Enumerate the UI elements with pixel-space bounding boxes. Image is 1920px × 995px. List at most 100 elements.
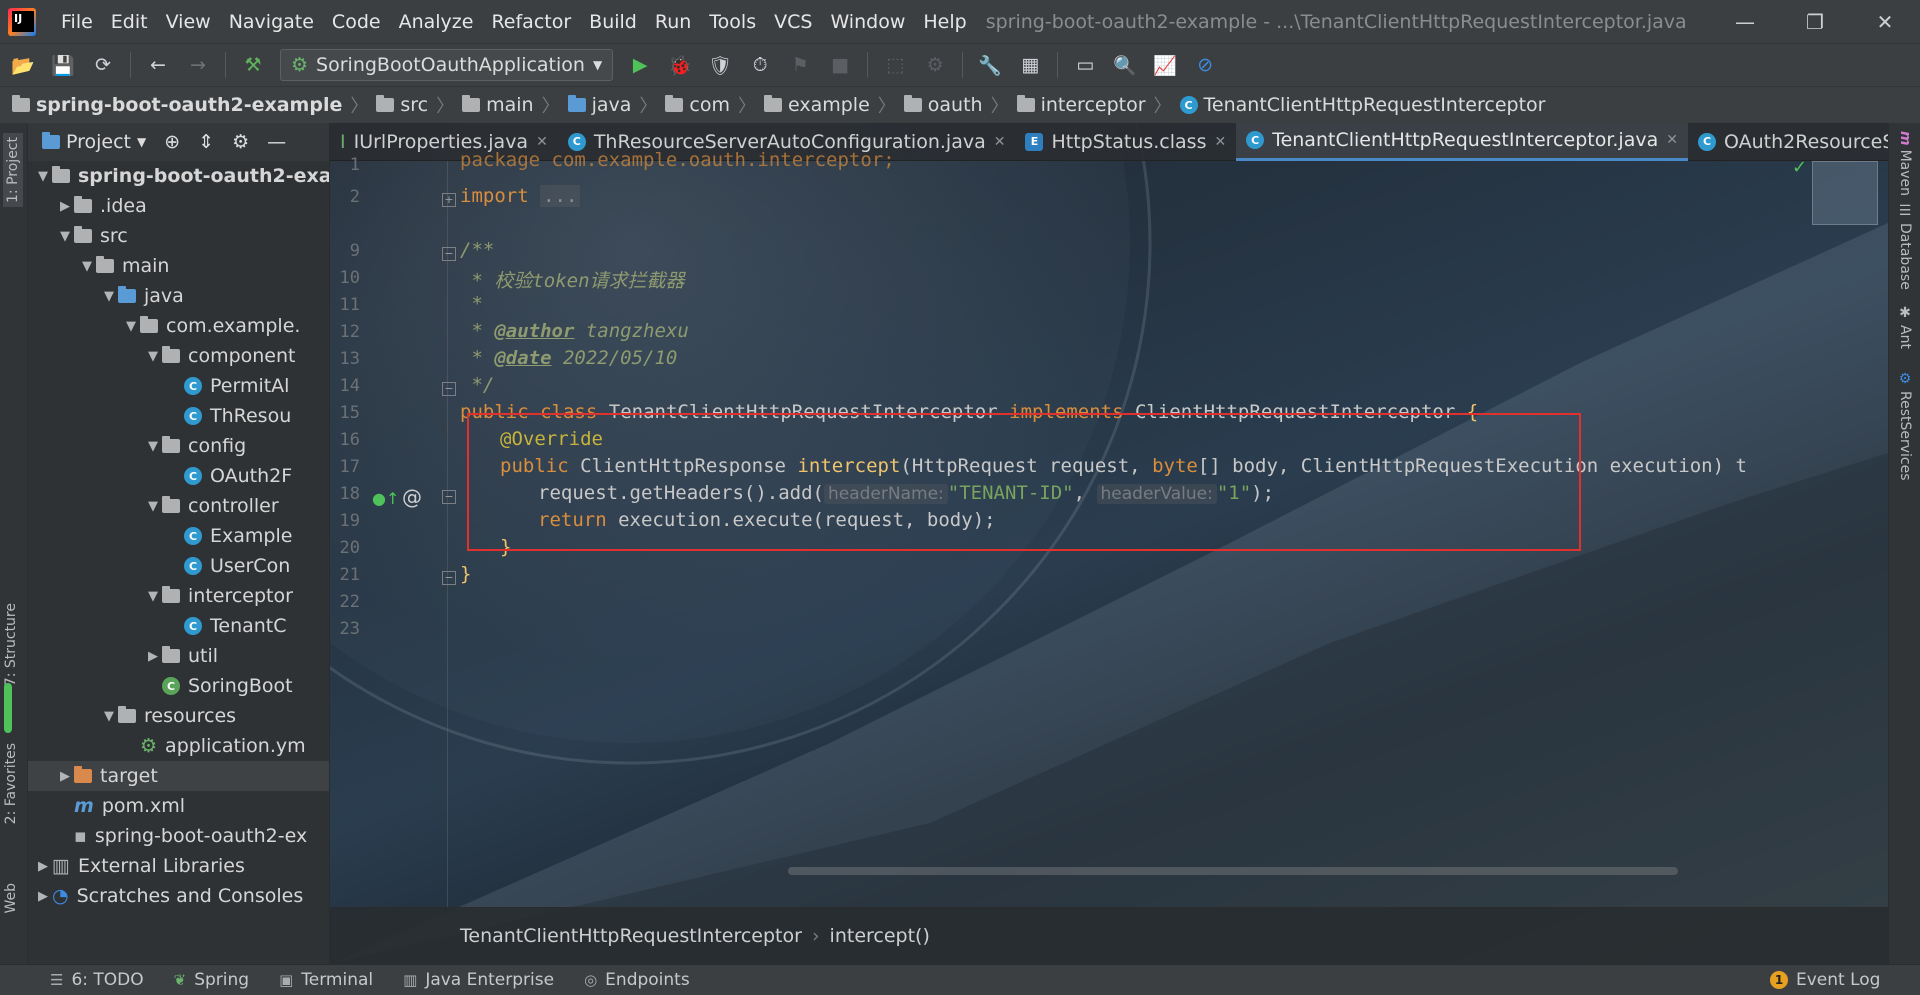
breadcrumb-main[interactable]: main bbox=[462, 94, 534, 116]
chevron-down-icon[interactable]: ▼ bbox=[34, 169, 52, 184]
tree-item[interactable]: C SoringBoot bbox=[28, 671, 329, 701]
spring-tool-button[interactable]: ❦ Spring bbox=[174, 970, 249, 990]
tree-item[interactable]: ▼ resources bbox=[28, 701, 329, 731]
tree-item[interactable]: ▶ util bbox=[28, 641, 329, 671]
breadcrumb-oauth[interactable]: oauth bbox=[903, 94, 983, 116]
menu-view[interactable]: View bbox=[157, 11, 220, 33]
fold-collapse-icon[interactable]: − bbox=[442, 247, 456, 261]
menu-refactor[interactable]: Refactor bbox=[482, 11, 580, 33]
menu-code[interactable]: Code bbox=[323, 11, 390, 33]
horizontal-scrollbar[interactable] bbox=[788, 867, 1678, 875]
java-enterprise-tool-button[interactable]: ▥ Java Enterprise bbox=[403, 970, 554, 990]
fold-collapse-icon[interactable]: − bbox=[442, 382, 456, 396]
folded-imports[interactable]: ... bbox=[540, 185, 581, 207]
menu-build[interactable]: Build bbox=[580, 11, 646, 33]
tree-item[interactable]: m pom.xml bbox=[28, 791, 329, 821]
chevron-down-icon[interactable]: ▼ bbox=[56, 229, 74, 244]
todo-tool-button[interactable]: ☰ 6: TODO bbox=[50, 970, 144, 990]
search-icon[interactable]: 🔍 bbox=[1112, 52, 1138, 78]
minimize-button[interactable]: — bbox=[1710, 0, 1780, 43]
tree-item[interactable]: ▼ controller bbox=[28, 491, 329, 521]
chevron-down-icon[interactable]: ▼ bbox=[122, 319, 140, 334]
menu-navigate[interactable]: Navigate bbox=[220, 11, 323, 33]
tree-item[interactable]: C TenantC bbox=[28, 611, 329, 641]
tool-tab-database[interactable]: ☰ Database bbox=[1897, 203, 1913, 290]
override-method-icon[interactable]: ●↑ bbox=[372, 489, 399, 508]
breadcrumb-project[interactable]: spring-boot-oauth2-example bbox=[12, 94, 342, 116]
sync-icon[interactable]: ⟳ bbox=[90, 52, 116, 78]
tree-item[interactable]: ▼ config bbox=[28, 431, 329, 461]
annotation-at-icon[interactable]: @ bbox=[402, 485, 422, 509]
tree-item[interactable]: ⚙ application.ym bbox=[28, 731, 329, 761]
chevron-right-icon[interactable]: ▶ bbox=[144, 649, 162, 664]
menu-help[interactable]: Help bbox=[914, 11, 975, 33]
menu-vcs[interactable]: VCS bbox=[765, 11, 821, 33]
breadcrumb-java[interactable]: java bbox=[567, 94, 631, 116]
menu-tools[interactable]: Tools bbox=[700, 11, 765, 33]
collapse-all-icon[interactable]: ⇕ bbox=[198, 131, 214, 153]
chevron-down-icon[interactable]: ▼ bbox=[78, 259, 96, 274]
tool-tab-project[interactable]: 1: Project bbox=[3, 133, 23, 207]
menu-file[interactable]: File bbox=[52, 11, 102, 33]
chevron-down-icon[interactable]: ▼ bbox=[144, 499, 162, 514]
chevron-down-icon[interactable]: ▼ bbox=[100, 289, 118, 304]
close-icon[interactable]: ✕ bbox=[994, 134, 1006, 150]
tool-tab-maven[interactable]: m Maven bbox=[1897, 131, 1913, 196]
tree-item[interactable]: ▶ .idea bbox=[28, 191, 329, 221]
close-icon[interactable]: ✕ bbox=[536, 134, 548, 150]
breadcrumb-class[interactable]: C TenantClientHttpRequestInterceptor bbox=[1179, 94, 1545, 116]
tree-item[interactable]: C Example bbox=[28, 521, 329, 551]
coverage-icon[interactable]: 🛡 bbox=[707, 52, 733, 78]
tree-item[interactable]: C PermitAl bbox=[28, 371, 329, 401]
tree-item[interactable]: C UserCon bbox=[28, 551, 329, 581]
tool-tab-favorites[interactable]: 2: Favorites bbox=[3, 743, 19, 824]
tree-item[interactable]: ▼ component bbox=[28, 341, 329, 371]
chevron-down-icon[interactable]: ▼ bbox=[144, 589, 162, 604]
forward-arrow-icon[interactable]: → bbox=[185, 52, 211, 78]
run-configuration-select[interactable]: ⚙ SoringBootOauthApplication ▼ bbox=[280, 49, 614, 81]
tool-tab-structure[interactable]: 7: Structure bbox=[3, 603, 19, 686]
breadcrumb-class-item[interactable]: TenantClientHttpRequestInterceptor bbox=[460, 925, 802, 947]
terminal-tool-button[interactable]: ▣ Terminal bbox=[279, 970, 373, 990]
chevron-right-icon[interactable]: ▶ bbox=[56, 769, 74, 784]
tree-item[interactable]: ▼ com.example. bbox=[28, 311, 329, 341]
chevron-down-icon[interactable]: ▼ bbox=[144, 439, 162, 454]
project-view-dropdown[interactable]: Project ▼ bbox=[42, 131, 146, 153]
menu-analyze[interactable]: Analyze bbox=[390, 11, 483, 33]
run-icon[interactable]: ▶ bbox=[627, 52, 653, 78]
chevron-right-icon[interactable]: ▶ bbox=[34, 859, 52, 874]
close-icon[interactable]: ✕ bbox=[1214, 134, 1226, 150]
endpoints-tool-button[interactable]: ◎ Endpoints bbox=[584, 970, 690, 990]
back-arrow-icon[interactable]: ← bbox=[145, 52, 171, 78]
fold-collapse-icon[interactable]: − bbox=[442, 571, 456, 585]
tree-item[interactable]: C OAuth2F bbox=[28, 461, 329, 491]
tree-item[interactable]: ▼ interceptor bbox=[28, 581, 329, 611]
debug-icon[interactable]: 🐞 bbox=[667, 52, 693, 78]
tool-tab-ant[interactable]: ✱ Ant bbox=[1897, 305, 1913, 349]
tree-item[interactable]: ▼ java bbox=[28, 281, 329, 311]
breadcrumb-example[interactable]: example bbox=[764, 94, 870, 116]
attach-debugger-icon[interactable]: ⚑ bbox=[787, 52, 813, 78]
menu-edit[interactable]: Edit bbox=[102, 11, 157, 33]
breadcrumb-src[interactable]: src bbox=[376, 94, 428, 116]
tree-item[interactable]: ▪ spring-boot-oauth2-ex bbox=[28, 821, 329, 851]
event-log-button[interactable]: 1 Event Log bbox=[1770, 970, 1880, 990]
tree-item[interactable]: ▶ ▥ External Libraries bbox=[28, 851, 329, 881]
editor-tab-httpstatus[interactable]: E HttpStatus.class ✕ bbox=[1015, 123, 1236, 161]
stop-icon[interactable]: ■ bbox=[827, 52, 853, 78]
tree-item[interactable]: C ThResou bbox=[28, 401, 329, 431]
locate-target-icon[interactable]: ⊕ bbox=[164, 131, 180, 153]
tree-item[interactable]: ▼ src bbox=[28, 221, 329, 251]
fold-collapse-icon[interactable]: − bbox=[442, 490, 456, 504]
tree-item[interactable]: ▶ ◔ Scratches and Consoles bbox=[28, 881, 329, 911]
tree-item[interactable]: ▶ target bbox=[28, 761, 329, 791]
menu-run[interactable]: Run bbox=[646, 11, 700, 33]
tool-tab-web[interactable]: Web bbox=[3, 883, 19, 914]
presentation-icon[interactable]: ▭ bbox=[1072, 52, 1098, 78]
tool-tab-restservices[interactable]: ⚙ RestServices bbox=[1897, 371, 1913, 481]
tree-item[interactable]: ▼ spring-boot-oauth2-exar bbox=[28, 161, 329, 191]
power-save-icon[interactable]: ⊘ bbox=[1192, 52, 1218, 78]
vcs-commit-icon[interactable]: ⚙ bbox=[922, 52, 948, 78]
build-hammer-icon[interactable]: ⚒ bbox=[240, 52, 266, 78]
menu-window[interactable]: Window bbox=[821, 11, 914, 33]
